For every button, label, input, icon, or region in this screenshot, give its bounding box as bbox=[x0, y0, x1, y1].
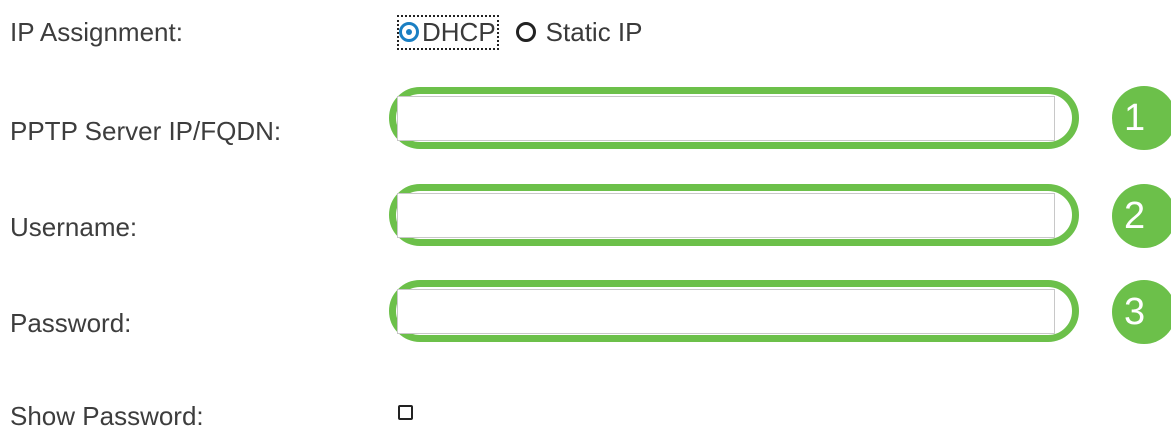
pptp-server-input[interactable] bbox=[397, 96, 1055, 141]
username-field-wrap bbox=[389, 184, 1089, 246]
dhcp-radio-label[interactable]: DHCP bbox=[422, 17, 496, 48]
dhcp-radio-button[interactable] bbox=[399, 22, 419, 42]
password-input[interactable] bbox=[397, 289, 1055, 334]
ip-assignment-radio-group: DHCP Static IP bbox=[397, 14, 643, 50]
static-ip-radio-button[interactable] bbox=[515, 22, 536, 42]
ip-assignment-label: IP Assignment: bbox=[10, 17, 183, 47]
radio-option-static-ip[interactable]: Static IP bbox=[515, 17, 643, 48]
step-badge-3: 3 bbox=[1112, 280, 1171, 344]
password-label: Password: bbox=[10, 308, 132, 338]
static-ip-radio-label[interactable]: Static IP bbox=[546, 17, 643, 48]
show-password-label: Show Password: bbox=[10, 401, 204, 431]
username-input[interactable] bbox=[397, 193, 1055, 238]
show-password-checkbox[interactable] bbox=[398, 405, 413, 420]
pptp-server-field-wrap bbox=[389, 87, 1089, 149]
step-badge-2: 2 bbox=[1112, 184, 1171, 248]
pptp-server-label: PPTP Server IP/FQDN: bbox=[10, 116, 282, 146]
step-badge-1: 1 bbox=[1112, 86, 1171, 150]
username-label: Username: bbox=[10, 212, 138, 242]
radio-option-dhcp[interactable]: DHCP bbox=[397, 14, 499, 50]
password-field-wrap bbox=[389, 280, 1089, 342]
